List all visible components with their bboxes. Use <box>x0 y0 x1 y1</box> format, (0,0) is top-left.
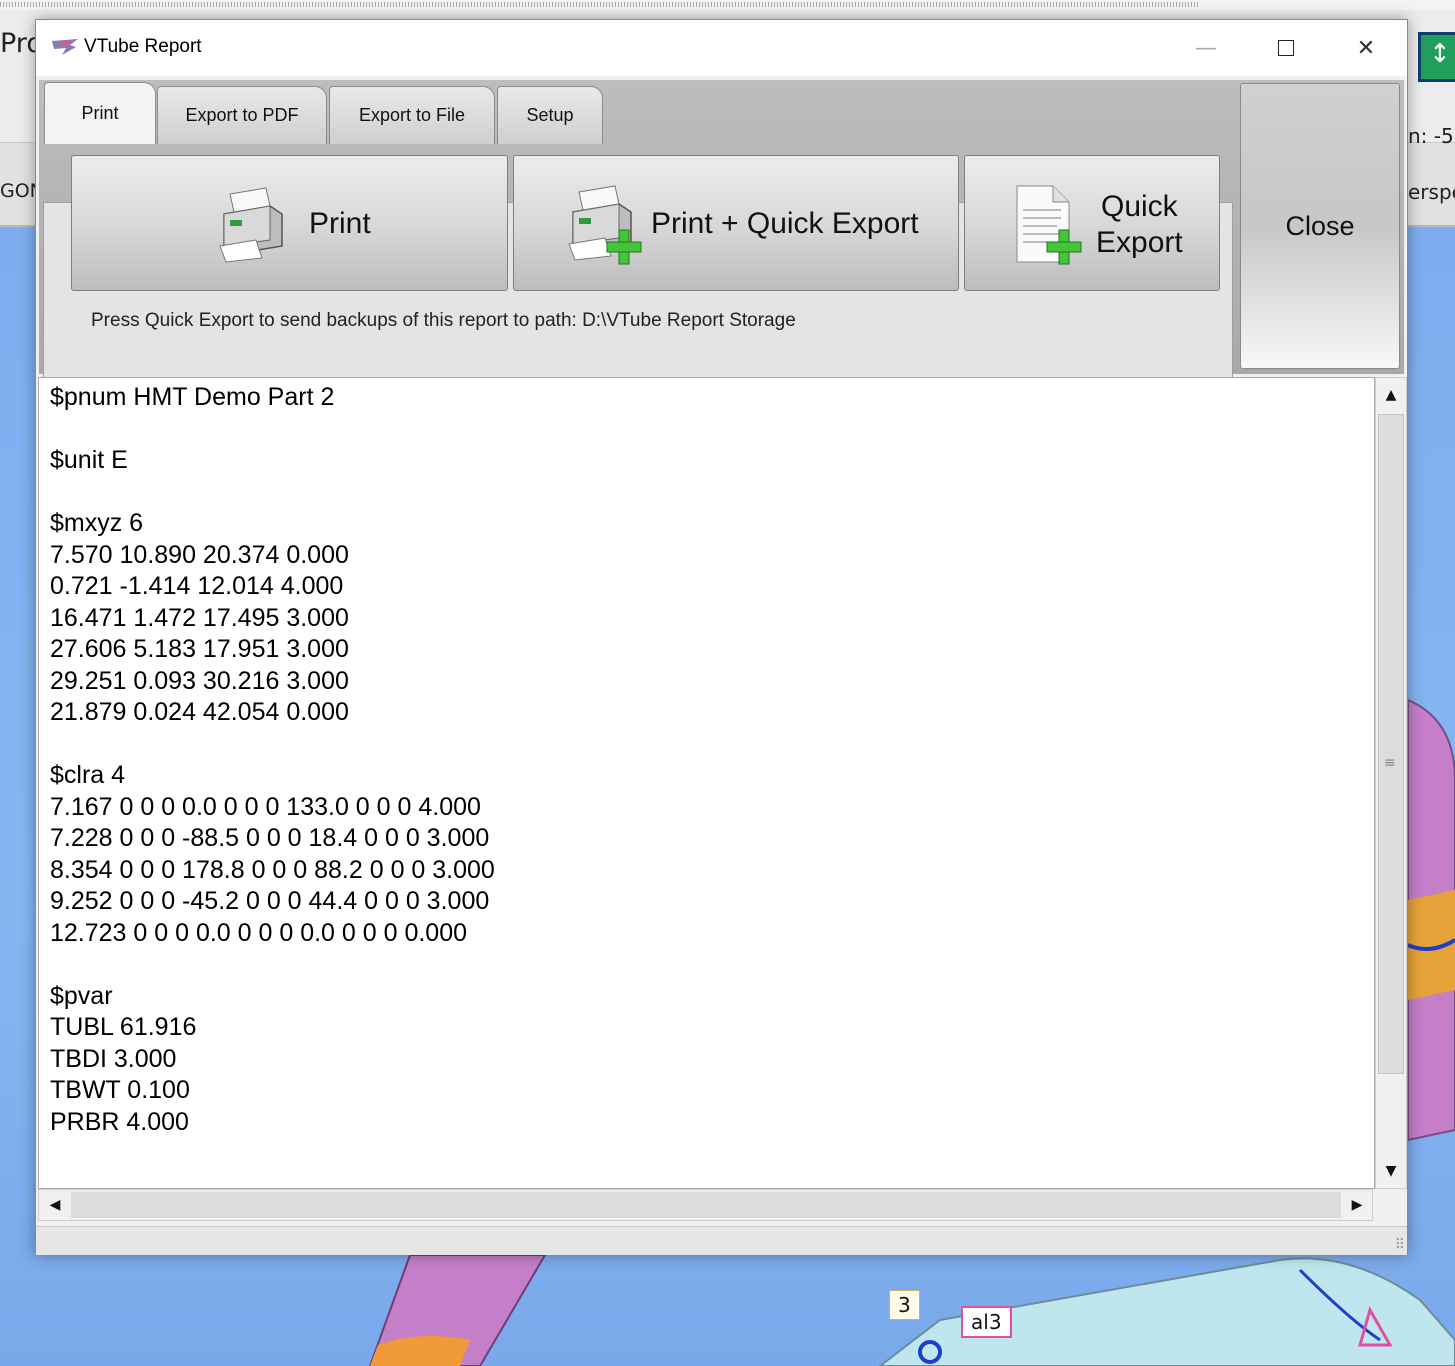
vertical-scrollbar[interactable]: ▲ ≡ ▼ <box>1375 377 1407 1189</box>
quick-export-label-line1: Quick <box>1101 190 1178 223</box>
scroll-up-icon[interactable]: ▲ <box>1377 380 1405 410</box>
quick-export-label-line2: Export <box>1096 226 1183 259</box>
report-line: $unit E <box>50 446 128 474</box>
resize-grip-icon[interactable]: ⠿ <box>1395 1237 1405 1253</box>
report-line: $pnum HMT Demo Part 2 <box>50 383 335 411</box>
report-line <box>50 729 495 761</box>
report-text-area[interactable]: $pnum HMT Demo Part 2 $unit E $mxyz 6 7.5… <box>38 377 1375 1189</box>
title-bar[interactable]: VTube Report — ✕ <box>36 20 1407 76</box>
report-line <box>50 477 495 509</box>
report-line: $clra 4 <box>50 761 126 789</box>
quick-export-info: Press Quick Export to send backups of th… <box>91 310 796 331</box>
window-title: VTube Report <box>84 36 202 57</box>
report-line: 27.606 5.183 17.951 3.000 <box>50 635 349 663</box>
close-window-button[interactable]: ✕ <box>1331 24 1401 72</box>
horizontal-scroll-thumb[interactable] <box>71 1192 1341 1218</box>
tab-setup[interactable]: Setup <box>497 86 603 144</box>
print-button[interactable]: Print <box>71 155 508 291</box>
maximize-icon <box>1278 40 1294 56</box>
maximize-button[interactable] <box>1251 24 1321 72</box>
printer-icon <box>219 187 283 263</box>
print-quick-export-button[interactable]: Print + Quick Export <box>513 155 959 291</box>
report-line: 7.228 0 0 0 -88.5 0 0 0 18.4 0 0 0 3.000 <box>50 824 490 852</box>
report-line: 7.570 10.890 20.374 0.000 <box>50 540 349 569</box>
report-line: 29.251 0.093 30.216 3.000 <box>50 666 349 695</box>
report-line: 16.471 1.472 17.495 3.000 <box>50 603 349 632</box>
print-button-label: Print <box>309 207 371 240</box>
quick-export-button[interactable]: Quick Export <box>964 155 1220 291</box>
report-line: 9.252 0 0 0 -45.2 0 0 0 44.4 0 0 0 3.000 <box>50 887 490 915</box>
report-line: 7.167 0 0 0 0.0 0 0 0 133.0 0 0 0 4.000 <box>50 792 481 821</box>
scroll-down-icon[interactable]: ▼ <box>1377 1156 1405 1186</box>
report-line: TBWT 0.100 <box>50 1076 190 1104</box>
report-line: 21.879 0.024 42.054 0.000 <box>50 698 349 726</box>
tab-print[interactable]: Print <box>44 82 156 144</box>
print-quick-export-label: Print + Quick Export <box>651 207 919 240</box>
document-plus-icon <box>1016 185 1082 265</box>
scroll-right-icon[interactable]: ▶ <box>1343 1190 1371 1220</box>
horizontal-scrollbar[interactable]: ◀ ▶ <box>38 1189 1373 1221</box>
viewport-label-3: 3 <box>889 1290 920 1320</box>
scroll-left-icon[interactable]: ◀ <box>41 1190 69 1220</box>
viewport-label-al3: al3 <box>961 1306 1012 1338</box>
report-content: $pnum HMT Demo Part 2 $unit E $mxyz 6 7.5… <box>50 382 495 1138</box>
report-line: $mxyz 6 <box>50 509 144 537</box>
report-line <box>50 949 495 981</box>
tab-export-to-pdf[interactable]: Export to PDF <box>157 86 327 144</box>
vertical-scroll-thumb[interactable]: ≡ <box>1378 414 1404 1074</box>
report-line: TUBL 61.916 <box>50 1013 197 1041</box>
report-line: PRBR 4.000 <box>50 1107 189 1136</box>
scroll-grip-icon: ≡ <box>1384 755 1396 771</box>
report-line: 0.721 -1.414 12.014 4.000 <box>50 572 344 600</box>
tab-export-to-file[interactable]: Export to File <box>329 86 495 144</box>
report-line: 8.354 0 0 0 178.8 0 0 0 88.2 0 0 0 3.000 <box>50 855 495 884</box>
status-bar: ⠿ <box>36 1226 1407 1255</box>
minimize-button[interactable]: — <box>1171 24 1241 72</box>
vtube-report-window: VTube Report — ✕ Print Export to PDF Exp… <box>35 19 1408 1255</box>
printer-plus-icon <box>568 185 642 265</box>
close-button[interactable]: Close <box>1240 83 1400 369</box>
report-line <box>50 414 495 446</box>
report-line: TBDI 3.000 <box>50 1044 177 1073</box>
report-line: 12.723 0 0 0 0.0 0 0 0 0.0 0 0 0 0.000 <box>50 918 468 947</box>
report-line: $pvar <box>50 981 113 1010</box>
vtube-logo-icon <box>52 39 78 55</box>
